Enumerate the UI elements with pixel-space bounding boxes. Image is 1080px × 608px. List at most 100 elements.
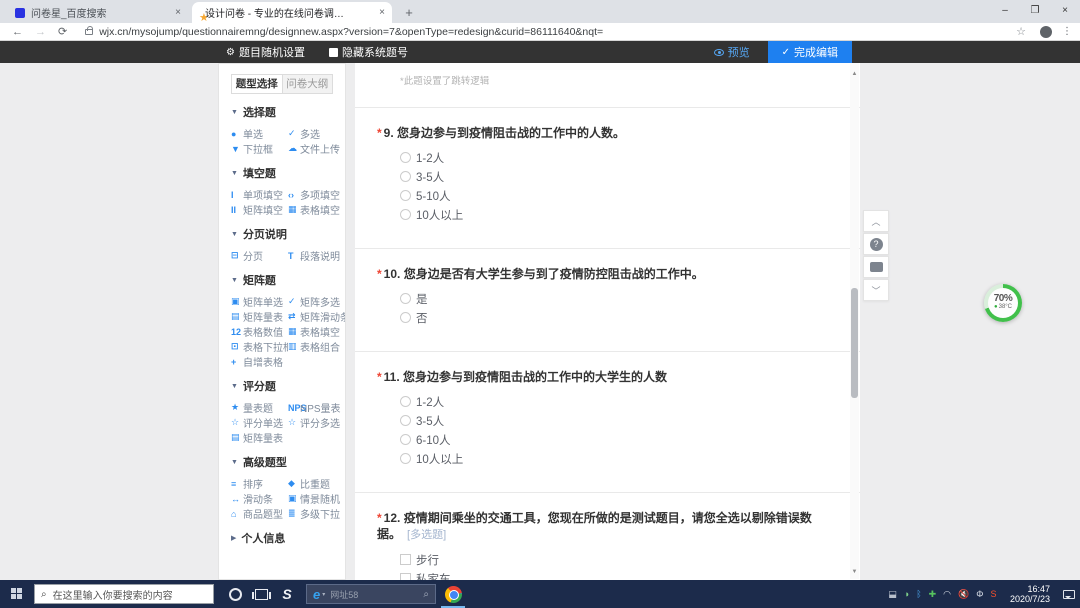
radio-icon[interactable] — [400, 434, 411, 445]
hide-system-ids-toggle[interactable]: 隐藏系统题号 — [329, 44, 408, 60]
question-block[interactable]: *9. 您身边参与到疫情阻击战的工作中的人数。1-2人3-5人5-10人10人以… — [355, 108, 860, 249]
radio-icon[interactable] — [400, 396, 411, 407]
option-row[interactable]: 1-2人 — [377, 148, 820, 167]
minimize-button[interactable]: – — [990, 0, 1020, 23]
option-row[interactable]: 10人以上 — [377, 449, 820, 468]
sidebar-item[interactable]: ↔滑动条 — [231, 491, 288, 506]
sidebar-item[interactable]: ▣矩阵单选 — [231, 294, 288, 309]
question-block[interactable]: *10. 您身边是否有大学生参与到了疫情防控阻击战的工作中。是否 — [355, 249, 860, 352]
sidebar-item[interactable]: ✓多选 — [288, 126, 345, 141]
sidebar-item[interactable]: NPSNPS量表 — [288, 400, 345, 415]
section-header[interactable]: ▼选择题 — [231, 104, 345, 120]
sidebar-tab-outline[interactable]: 问卷大纲 — [283, 74, 334, 94]
forward-icon[interactable]: → — [35, 26, 46, 38]
sidebar-item[interactable]: ⌂商品题型 — [231, 506, 288, 521]
taskbar-clock[interactable]: 16:47 2020/7/23 — [1010, 584, 1050, 604]
option-row[interactable]: 3-5人 — [377, 411, 820, 430]
option-row[interactable]: 1-2人 — [377, 392, 820, 411]
question-block[interactable]: *11. 您身边参与到疫情阻击战的工作中的大学生的人数1-2人3-5人6-10人… — [355, 352, 860, 493]
option-row[interactable]: 3-5人 — [377, 167, 820, 186]
maximize-button[interactable]: ❐ — [1020, 0, 1050, 23]
option-row[interactable]: 是 — [377, 289, 820, 308]
refresh-icon[interactable]: ⟳ — [58, 25, 67, 38]
sidebar-item[interactable]: T段落说明 — [288, 248, 345, 263]
content-scrollbar[interactable]: ▲ ▼ — [850, 63, 859, 579]
sidebar-item[interactable]: ★量表题 — [231, 400, 288, 415]
checkbox-icon[interactable] — [400, 573, 411, 580]
back-icon[interactable]: ← — [12, 26, 23, 38]
sidebar-item[interactable]: ‹›多项填空 — [288, 187, 345, 202]
task-view-button[interactable] — [248, 580, 274, 608]
sidebar-item[interactable]: ▦表格填空 — [288, 324, 345, 339]
sidebar-item[interactable]: ✓矩阵多选 — [288, 294, 345, 309]
action-center-button[interactable] — [1058, 580, 1080, 608]
sidebar-item[interactable]: ▤矩阵量表 — [231, 430, 288, 445]
bookmark-star-icon[interactable]: ☆ — [1016, 25, 1026, 38]
tab-close-icon[interactable]: × — [379, 7, 385, 18]
sidebar-item[interactable]: ⊡表格下拉框 — [231, 339, 288, 354]
option-row[interactable]: 10人以上 — [377, 205, 820, 224]
sidebar-item[interactable]: ▤矩阵量表 — [231, 309, 288, 324]
sidebar-tab-question-types[interactable]: 题型选择 — [231, 74, 283, 94]
finish-edit-button[interactable]: ✓ 完成编辑 — [768, 41, 852, 63]
section-header[interactable]: ▼分页说明 — [231, 226, 345, 242]
radio-icon[interactable] — [400, 209, 411, 220]
browser-tab-baidu[interactable]: 问卷星_百度搜索 × — [8, 2, 188, 23]
chrome-taskbar-button[interactable] — [436, 580, 470, 608]
ime-mode-icon[interactable]: Φ — [976, 589, 983, 599]
section-header[interactable]: ▼高级题型 — [231, 454, 345, 470]
section-header[interactable]: ▼填空题 — [231, 165, 345, 181]
option-row[interactable]: 6-10人 — [377, 430, 820, 449]
scroll-bottom-button[interactable]: ﹀ — [863, 279, 889, 301]
sidebar-item[interactable]: ▥表格组合 — [288, 339, 345, 354]
display-icon[interactable]: ⬓ — [888, 589, 897, 600]
cortana-button[interactable] — [222, 580, 248, 608]
radio-icon[interactable] — [400, 152, 411, 163]
browser-menu-icon[interactable]: ⋮ — [1062, 26, 1072, 37]
battery-saver-icon[interactable]: ✚ — [929, 589, 937, 600]
sidebar-item[interactable]: ◆比重题 — [288, 476, 345, 491]
radio-icon[interactable] — [400, 293, 411, 304]
radio-icon[interactable] — [400, 415, 411, 426]
bluetooth-icon[interactable]: ᛒ — [916, 589, 921, 599]
help-button[interactable]: ? — [863, 233, 889, 255]
pinned-app-s[interactable]: S — [274, 580, 300, 608]
sidebar-item[interactable]: ▦表格填空 — [288, 202, 345, 217]
edge-search-widget[interactable]: e ▾ 网址58 ⌕ — [306, 584, 436, 604]
scroll-top-button[interactable]: ︿ — [863, 210, 889, 232]
url-text[interactable]: wjx.cn/mysojump/questionnairemng/designn… — [99, 26, 1008, 38]
start-button[interactable] — [0, 580, 34, 608]
profile-avatar[interactable] — [1040, 26, 1052, 38]
sidebar-item[interactable]: ▣情景随机 — [288, 491, 345, 506]
feedback-button[interactable] — [863, 256, 889, 278]
option-row[interactable]: 步行 — [377, 550, 820, 569]
radio-icon[interactable] — [400, 190, 411, 201]
browser-tab-wjx-active[interactable]: ★ 设计问卷 - 专业的在线问卷调… × — [192, 2, 392, 23]
radio-icon[interactable] — [400, 453, 411, 464]
radio-icon[interactable] — [400, 312, 411, 323]
option-row[interactable]: 私家车 — [377, 569, 820, 580]
sidebar-item[interactable]: ☁文件上传 — [288, 141, 345, 156]
sidebar-item[interactable]: I单项填空 — [231, 187, 288, 202]
new-tab-button[interactable]: + — [400, 4, 418, 22]
question-block[interactable]: *12. 疫情期间乘坐的交通工具，您现在所做的是测试题目，请您全选以剔除错误数据… — [355, 493, 860, 580]
section-header[interactable]: ▼矩阵题 — [231, 272, 345, 288]
scroll-down-arrow-icon[interactable]: ▼ — [850, 567, 859, 577]
sidebar-item[interactable]: II矩阵填空 — [231, 202, 288, 217]
sidebar-item[interactable]: ⊟分页 — [231, 248, 288, 263]
sidebar-item[interactable]: ≡排序 — [231, 476, 288, 491]
sidebar-item[interactable]: ●单选 — [231, 126, 288, 141]
battery-widget[interactable]: 70% ●38°C — [984, 284, 1022, 322]
security-icon[interactable]: ◑ — [904, 589, 909, 599]
close-button[interactable]: × — [1050, 0, 1080, 23]
sidebar-item[interactable]: 12表格数值 — [231, 324, 288, 339]
scroll-up-arrow-icon[interactable]: ▲ — [850, 69, 859, 79]
sogou-icon[interactable]: S — [990, 589, 996, 599]
sidebar-item[interactable]: ≣多级下拉 — [288, 506, 345, 521]
section-header[interactable]: ▼评分题 — [231, 378, 345, 394]
preview-button[interactable]: 预览 — [714, 44, 750, 60]
sidebar-item[interactable]: ☆评分单选 — [231, 415, 288, 430]
checkbox-icon[interactable] — [400, 554, 411, 565]
option-row[interactable]: 5-10人 — [377, 186, 820, 205]
sidebar-item[interactable]: ▼下拉框 — [231, 141, 288, 156]
